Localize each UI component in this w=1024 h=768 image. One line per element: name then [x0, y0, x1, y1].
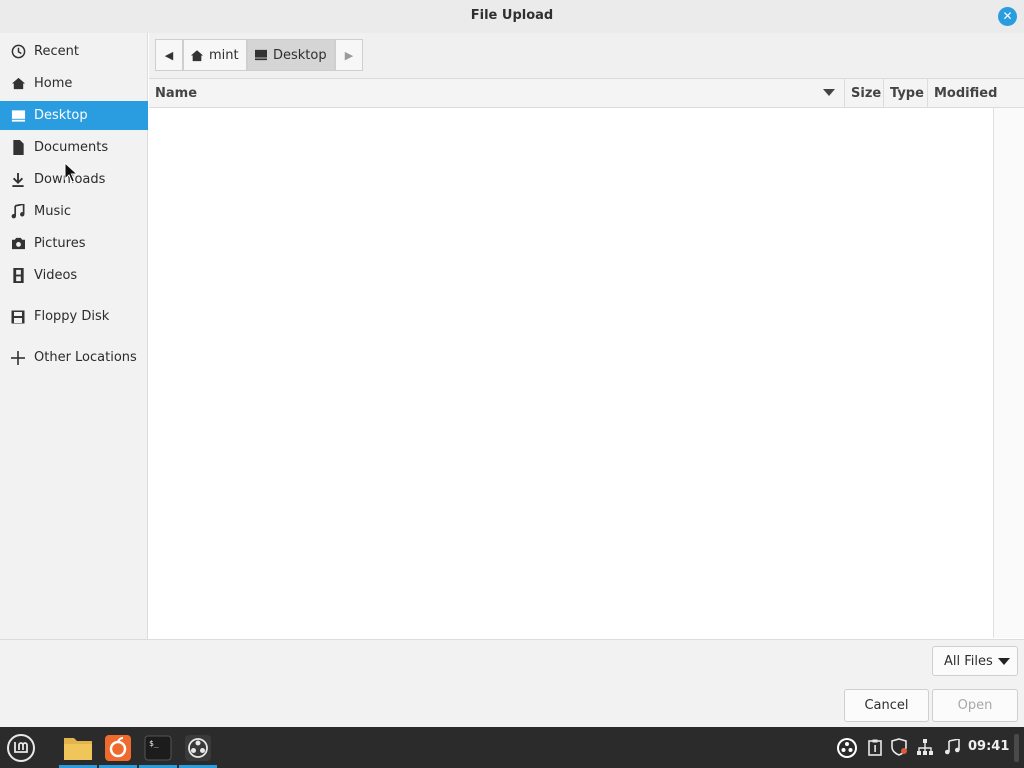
sidebar-item-other-locations[interactable]: Other Locations: [0, 343, 148, 372]
path-segment-label: mint: [209, 47, 239, 63]
dialog-title: File Upload: [470, 8, 554, 23]
path-back-button[interactable]: ◀: [155, 39, 183, 71]
clipboard-icon[interactable]: [864, 736, 886, 758]
sidebar-item-label: Pictures: [34, 236, 86, 251]
column-size-label: Size: [851, 86, 882, 101]
column-name-label: Name: [155, 86, 198, 101]
files-icon: [64, 737, 92, 760]
plus-icon: [10, 350, 26, 366]
network-icon[interactable]: [914, 736, 936, 758]
path-segment-mint[interactable]: mint: [183, 39, 247, 71]
file-filter-dropdown[interactable]: All Files: [932, 646, 1018, 676]
home-icon: [10, 76, 26, 92]
taskbar: $_ 09:41: [0, 727, 1024, 768]
sidebar-item-label: Home: [34, 76, 73, 91]
open-button-label: Open: [957, 698, 993, 713]
sidebar-item-floppy-disk[interactable]: Floppy Disk: [0, 302, 148, 331]
chevron-left-icon: ◀: [164, 48, 174, 62]
firefox-icon: [105, 734, 131, 761]
places-sidebar: Recent Home Desktop Documents Downloads …: [0, 33, 148, 639]
desktop-icon: [10, 108, 26, 124]
start-menu-button[interactable]: [2, 727, 40, 768]
clock[interactable]: 09:41: [968, 739, 1009, 754]
home-icon: [190, 48, 204, 62]
camera-icon: [10, 236, 26, 252]
sidebar-item-label: Floppy Disk: [34, 309, 110, 324]
chevron-right-icon: ▶: [344, 48, 354, 62]
taskbar-obs[interactable]: [179, 727, 217, 768]
path-segment-desktop[interactable]: Desktop: [247, 39, 335, 71]
title-bar: File Upload ✕: [0, 0, 1024, 33]
clock-icon: [10, 44, 26, 60]
sidebar-item-label: Music: [34, 204, 71, 219]
floppy-icon: [10, 309, 26, 325]
svg-text:$_: $_: [149, 739, 159, 748]
menu-icon: [7, 733, 35, 762]
cancel-button[interactable]: Cancel: [844, 689, 929, 722]
column-type[interactable]: Type: [883, 79, 927, 108]
cancel-button-label: Cancel: [864, 698, 909, 713]
column-size[interactable]: Size: [844, 79, 883, 108]
scrollbar-gutter[interactable]: [994, 108, 1024, 638]
sidebar-item-music[interactable]: Music: [0, 197, 148, 226]
shield-icon[interactable]: [888, 736, 910, 758]
music-icon: [10, 204, 26, 220]
taskbar-files[interactable]: [59, 727, 97, 768]
sidebar-item-label: Documents: [34, 140, 109, 155]
column-type-label: Type: [890, 86, 924, 101]
sidebar-item-label: Other Locations: [34, 350, 137, 365]
sidebar-item-label: Videos: [34, 268, 78, 283]
column-modified[interactable]: Modified: [927, 79, 1024, 108]
close-button[interactable]: ✕: [998, 7, 1017, 26]
path-segment-label: Desktop: [273, 47, 327, 63]
film-icon: [10, 268, 26, 284]
file-filter-label: All Files: [944, 653, 993, 669]
document-icon: [10, 140, 26, 156]
sidebar-item-label: Recent: [34, 44, 79, 59]
taskbar-handle[interactable]: [1014, 734, 1019, 762]
chevron-down-icon: [997, 657, 1010, 665]
dialog-footer: All Files Cancel Open: [0, 639, 1024, 727]
taskbar-firefox[interactable]: [99, 727, 137, 768]
sidebar-item-videos[interactable]: Videos: [0, 261, 148, 290]
mouse-pointer-icon: [64, 162, 79, 183]
sort-descending-icon[interactable]: [823, 89, 835, 96]
file-list[interactable]: [149, 108, 994, 638]
path-forward-button[interactable]: ▶: [335, 39, 363, 71]
column-header: Name Size Type Modified: [149, 79, 1024, 108]
sidebar-item-label: Desktop: [34, 108, 88, 123]
sidebar-item-home[interactable]: Home: [0, 69, 148, 98]
path-bar: ◀ mint Desktop ▶: [149, 33, 1024, 79]
column-modified-label: Modified: [934, 86, 998, 101]
download-icon: [10, 172, 26, 188]
sidebar-item-recent[interactable]: Recent: [0, 37, 148, 66]
sound-icon[interactable]: [941, 736, 963, 758]
taskbar-terminal[interactable]: $_: [139, 727, 177, 768]
close-icon: ✕: [1002, 9, 1013, 23]
terminal-icon: $_: [144, 735, 172, 760]
open-button[interactable]: Open: [932, 689, 1018, 722]
obs-tray-icon[interactable]: [835, 736, 859, 760]
sidebar-item-desktop[interactable]: Desktop: [0, 101, 148, 130]
obs-icon: [185, 734, 211, 761]
column-name[interactable]: Name: [149, 79, 844, 108]
desktop-icon: [254, 48, 268, 62]
sidebar-item-documents[interactable]: Documents: [0, 133, 148, 162]
sidebar-item-pictures[interactable]: Pictures: [0, 229, 148, 258]
